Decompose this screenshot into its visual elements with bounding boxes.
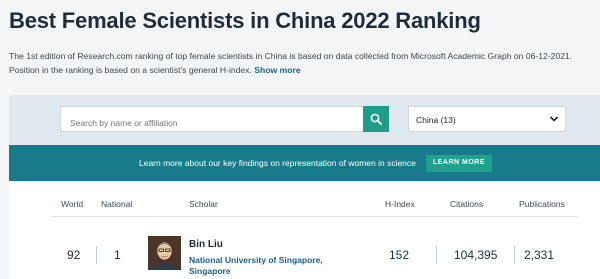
header-national[interactable]: National: [101, 199, 132, 209]
table-row[interactable]: 92 1 Bin Liu National University of Sing…: [9, 217, 600, 279]
avatar[interactable]: [148, 236, 181, 270]
header-scholar: Scholar: [189, 199, 218, 209]
page-title: Best Female Scientists in China 2022 Ran…: [9, 8, 481, 33]
column-divider: [436, 246, 437, 264]
citations-value: 104,395: [454, 248, 498, 262]
search-bar: China (13): [9, 95, 600, 145]
country-select-value: China (13): [416, 115, 456, 125]
world-rank: 92: [67, 248, 81, 262]
learn-more-button[interactable]: LEARN MORE: [426, 155, 492, 172]
publications-value: 2,331: [524, 248, 555, 262]
chevron-down-icon: [549, 116, 559, 122]
header-world[interactable]: World: [61, 199, 83, 209]
column-divider: [514, 246, 515, 264]
page-description: The 1st edition of Research.com ranking …: [9, 49, 599, 77]
header-publications[interactable]: Publications: [519, 199, 565, 209]
show-more-link[interactable]: Show more: [254, 65, 300, 75]
header-citations[interactable]: Citations: [450, 199, 483, 209]
header-hindex[interactable]: H-Index: [385, 199, 415, 209]
national-rank: 1: [114, 248, 121, 262]
scholar-affiliation[interactable]: National University of Singapore, Singap…: [189, 255, 349, 277]
scholar-name[interactable]: Bin Liu: [189, 239, 223, 250]
search-icon: [370, 113, 382, 125]
ranking-page: Best Female Scientists in China 2022 Ran…: [0, 0, 600, 279]
column-divider: [96, 246, 97, 264]
scholar-photo: [148, 236, 181, 270]
findings-banner: Learn more about our key findings on rep…: [9, 145, 600, 181]
banner-text: Learn more about our key findings on rep…: [139, 158, 416, 168]
ranking-panel: China (13) Learn more about our key find…: [9, 95, 600, 279]
hindex-value: 152: [389, 248, 410, 262]
country-select[interactable]: China (13): [408, 106, 566, 132]
search-input[interactable]: [60, 106, 363, 132]
search-button[interactable]: [363, 106, 389, 132]
